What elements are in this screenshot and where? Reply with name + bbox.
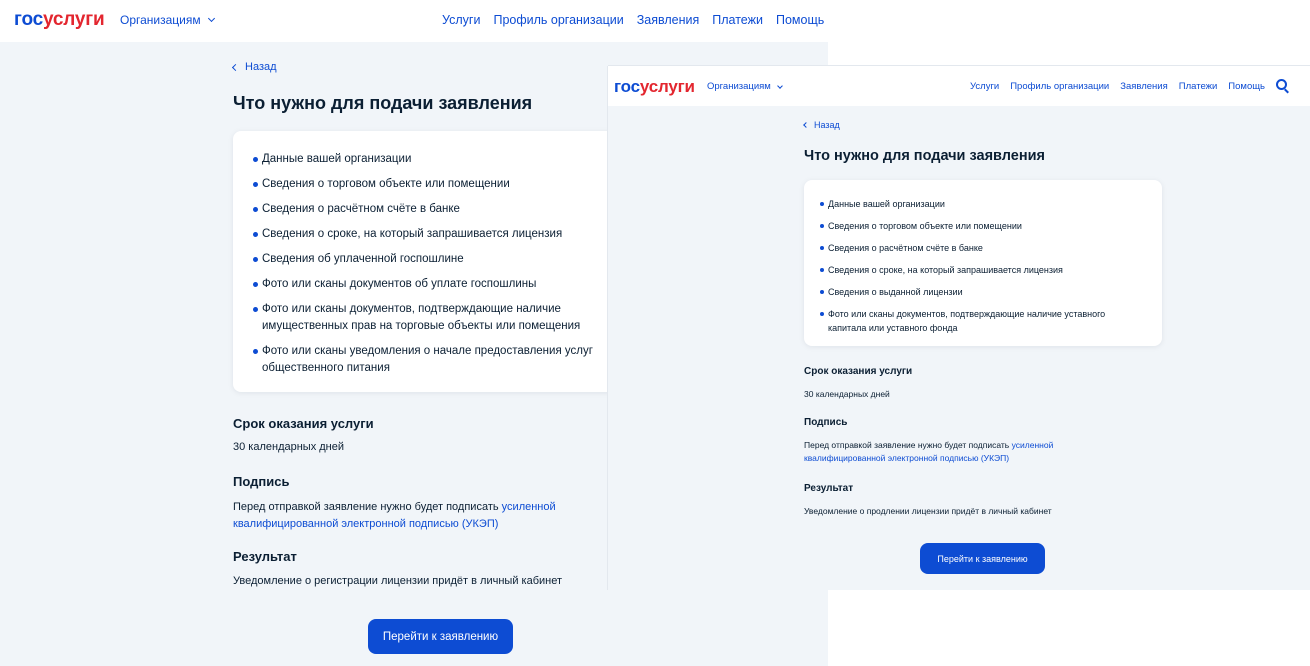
- organizations-menu[interactable]: Организациям: [120, 13, 215, 27]
- bullet-icon: [253, 157, 258, 162]
- list-item: Фото или сканы документов об уплате госп…: [233, 276, 603, 293]
- gosuslugi-logo[interactable]: госуслуги: [614, 77, 695, 97]
- back-link[interactable]: Назад: [803, 120, 840, 130]
- term-text: 30 календарных дней: [804, 389, 890, 399]
- nav-payments[interactable]: Платежи: [1179, 81, 1218, 92]
- list-item: Фото или сканы документов, подтверждающи…: [233, 301, 603, 335]
- chevron-left-icon: [231, 63, 240, 71]
- list-item: Сведения о торговом объекте или помещени…: [804, 219, 1144, 233]
- list-item: Фото или сканы уведомления о начале пред…: [233, 343, 603, 377]
- search-icon[interactable]: [1276, 79, 1290, 94]
- list-item: Сведения о торговом объекте или помещени…: [233, 176, 603, 193]
- signature-text: Перед отправкой заявление нужно будет по…: [804, 440, 1054, 463]
- nav-applications[interactable]: Заявления: [637, 13, 700, 27]
- nav-services[interactable]: Услуги: [970, 81, 999, 92]
- nav-org-profile[interactable]: Профиль организации: [1010, 81, 1109, 92]
- bullet-icon: [820, 268, 824, 272]
- main-nav: Услуги Профиль организации Заявления Пла…: [970, 77, 1290, 95]
- page-title: Что нужно для подачи заявления: [804, 148, 1045, 164]
- signature-heading: Подпись: [804, 417, 848, 428]
- bullet-icon: [820, 312, 824, 316]
- term-text: 30 календарных дней: [233, 441, 345, 453]
- header: госуслуги Организациям Услуги Профиль ор…: [608, 66, 1310, 106]
- nav-help[interactable]: Помощь: [1228, 81, 1265, 92]
- bullet-icon: [253, 182, 258, 187]
- result-text: Уведомление о регистрации лицензии придё…: [233, 575, 563, 587]
- go-to-application-button[interactable]: Перейти к заявлению: [368, 619, 513, 654]
- result-text: Уведомление о продлении лицензии придёт …: [804, 506, 1052, 516]
- main-nav: Услуги Профиль организации Заявления Пла…: [442, 10, 828, 30]
- screenshot-license-renewal: госуслуги Организациям Услуги Профиль ор…: [608, 66, 1310, 590]
- bullet-icon: [253, 257, 258, 262]
- requirements-list: Данные вашей организации Сведения о торг…: [233, 151, 613, 377]
- result-heading: Результат: [233, 549, 297, 564]
- requirements-card: Данные вашей организации Сведения о торг…: [233, 131, 633, 392]
- list-item: Сведения о выданной лицензии: [804, 285, 1144, 299]
- bullet-icon: [820, 246, 824, 250]
- organizations-menu[interactable]: Организациям: [707, 81, 783, 92]
- list-item: Сведения о расчётном счёте в банке: [233, 201, 603, 218]
- requirements-card: Данные вашей организации Сведения о торг…: [804, 180, 1162, 346]
- nav-org-profile[interactable]: Профиль организации: [493, 13, 623, 27]
- bullet-icon: [253, 349, 258, 354]
- requirements-list: Данные вашей организации Сведения о торг…: [804, 197, 1162, 335]
- list-item: Сведения о сроке, на который запрашивает…: [804, 263, 1144, 277]
- gosuslugi-logo[interactable]: госуслуги: [14, 9, 105, 31]
- list-item: Данные вашей организации: [233, 151, 603, 168]
- back-link-label: Назад: [245, 61, 277, 73]
- chevron-down-icon: [207, 14, 215, 23]
- bullet-icon: [253, 207, 258, 212]
- signature-text: Перед отправкой заявление нужно будет по…: [233, 501, 556, 530]
- nav-help[interactable]: Помощь: [776, 13, 824, 27]
- nav-services[interactable]: Услуги: [442, 13, 480, 27]
- chevron-left-icon: [803, 122, 809, 128]
- organizations-menu-label: Организациям: [120, 13, 201, 27]
- bullet-icon: [820, 224, 824, 228]
- list-item: Данные вашей организации: [804, 197, 1144, 211]
- term-heading: Срок оказания услуги: [233, 416, 374, 431]
- nav-applications[interactable]: Заявления: [1120, 81, 1168, 92]
- bullet-icon: [253, 232, 258, 237]
- list-item: Фото или сканы документов, подтверждающи…: [804, 307, 1144, 335]
- bullet-icon: [253, 307, 258, 312]
- bullet-icon: [820, 290, 824, 294]
- bullet-icon: [253, 282, 258, 287]
- signature-heading: Подпись: [233, 474, 290, 489]
- list-item: Сведения о расчётном счёте в банке: [804, 241, 1144, 255]
- list-item: Сведения об уплаченной госпошлине: [233, 251, 603, 268]
- back-link[interactable]: Назад: [231, 61, 277, 73]
- list-item: Сведения о сроке, на который запрашивает…: [233, 226, 603, 243]
- back-link-label: Назад: [814, 120, 840, 130]
- nav-payments[interactable]: Платежи: [712, 13, 763, 27]
- result-heading: Результат: [804, 483, 854, 494]
- organizations-menu-label: Организациям: [707, 81, 771, 92]
- page-title: Что нужно для подачи заявления: [233, 93, 533, 113]
- chevron-down-icon: [776, 82, 783, 89]
- bullet-icon: [820, 202, 824, 206]
- go-to-application-button[interactable]: Перейти к заявлению: [920, 543, 1045, 574]
- term-heading: Срок оказания услуги: [804, 366, 913, 377]
- header: госуслуги Организациям Услуги Профиль ор…: [0, 0, 828, 42]
